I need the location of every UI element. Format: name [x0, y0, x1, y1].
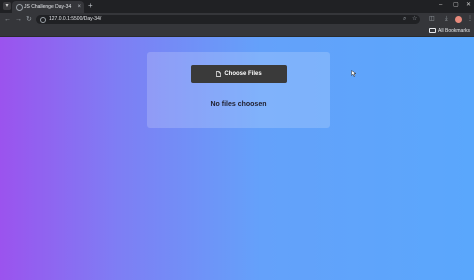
tab-close-icon[interactable]: × — [77, 3, 81, 11]
maximize-button[interactable]: ▢ — [453, 1, 459, 10]
download-icon[interactable]: ⤓ — [445, 15, 448, 24]
tab-search-button[interactable]: ▾ — [3, 2, 11, 10]
minimize-button[interactable]: – — [439, 1, 442, 10]
browser-window: ▾ JS Challenge Day-34 × + – ▢ ✕ ← → ↻ 12… — [0, 0, 474, 280]
menu-kebab-icon[interactable]: ⋮ — [467, 15, 473, 24]
profile-avatar[interactable] — [455, 16, 462, 23]
site-info-icon[interactable] — [40, 17, 46, 23]
tab-strip: ▾ JS Challenge Day-34 × + – ▢ ✕ — [0, 0, 474, 13]
file-icon — [216, 71, 222, 77]
all-bookmarks-button[interactable]: All Bookmarks — [429, 26, 470, 36]
new-tab-button[interactable]: + — [88, 2, 93, 10]
back-arrow-icon[interactable]: ← — [4, 15, 11, 24]
tab-title: JS Challenge Day-34 — [24, 4, 72, 10]
globe-icon — [16, 4, 23, 11]
address-bar[interactable]: 127.0.0.1:5500/Day-34/ ⌕ ☆ — [36, 15, 420, 24]
reload-icon[interactable]: ↻ — [26, 15, 32, 24]
page-viewport: Choose Files No files choosen — [0, 37, 474, 280]
forward-arrow-icon[interactable]: → — [15, 15, 22, 24]
choose-files-label: Choose Files — [224, 71, 262, 77]
browser-toolbar: ← → ↻ 127.0.0.1:5500/Day-34/ ⌕ ☆ ◫ ⤓ ⋮ — [0, 13, 474, 26]
upload-card: Choose Files No files choosen — [147, 52, 330, 128]
folder-icon — [429, 28, 437, 34]
extensions-icon[interactable]: ◫ — [429, 15, 435, 24]
bookmark-star-icon[interactable]: ☆ — [412, 15, 417, 24]
url-text: 127.0.0.1:5500/Day-34/ — [49, 16, 102, 22]
all-bookmarks-label: All Bookmarks — [438, 28, 470, 34]
choose-files-button[interactable]: Choose Files — [191, 65, 287, 83]
tab-js-challenge[interactable]: JS Challenge Day-34 × — [12, 1, 84, 13]
no-files-status: No files choosen — [210, 101, 267, 108]
mouse-cursor-icon — [351, 70, 356, 77]
bookmarks-bar: All Bookmarks — [0, 26, 474, 37]
close-window-button[interactable]: ✕ — [466, 1, 471, 10]
zoom-icon[interactable]: ⌕ — [403, 15, 406, 24]
